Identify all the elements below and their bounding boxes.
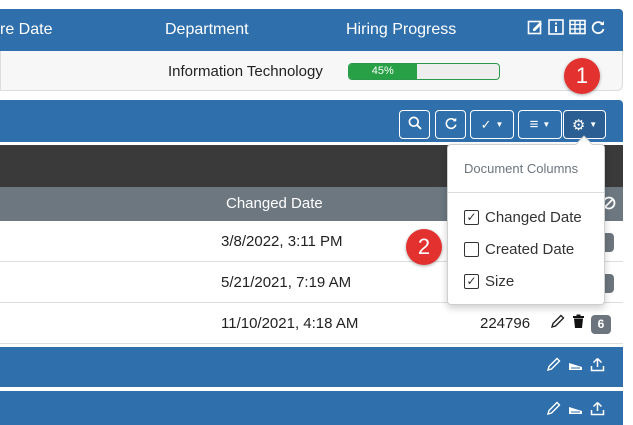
caret-down-icon: ▼ bbox=[495, 120, 504, 129]
step-badge-2: 2 bbox=[406, 229, 442, 265]
changed-date-cell: 5/21/2021, 7:19 AM bbox=[221, 274, 352, 291]
upload-icon[interactable] bbox=[590, 357, 605, 376]
option-label: Changed Date bbox=[485, 209, 582, 226]
trash-icon[interactable] bbox=[572, 314, 585, 332]
column-header-department[interactable]: Department bbox=[165, 21, 249, 39]
caret-down-icon: ▼ bbox=[589, 120, 598, 129]
gear-dropdown-button[interactable]: ⚙ ▼ bbox=[563, 110, 606, 139]
pencil-icon[interactable] bbox=[546, 401, 561, 420]
step-badge-1: 1 bbox=[564, 58, 600, 94]
upload-icon[interactable] bbox=[590, 401, 605, 420]
caret-down-icon: ▼ bbox=[542, 120, 551, 129]
check-columns-dropdown-button[interactable]: ✓ ▼ bbox=[470, 110, 514, 139]
column-header-changed-date[interactable]: Changed Date bbox=[226, 195, 323, 212]
top-table-header: re Date Department Hiring Progress bbox=[0, 9, 623, 51]
edit-square-icon[interactable] bbox=[526, 19, 544, 37]
top-table-row[interactable]: Information Technology 45% bbox=[0, 51, 623, 91]
department-cell: Information Technology bbox=[168, 63, 323, 80]
pencil-icon[interactable] bbox=[550, 314, 565, 333]
scanner-icon[interactable] bbox=[567, 357, 584, 376]
hiring-progress-bar: 45% bbox=[348, 63, 500, 80]
list-dropdown-button[interactable]: ≡ ▼ bbox=[518, 110, 562, 139]
document-columns-dropdown: Document Columns ✓ Changed Date Created … bbox=[447, 135, 605, 305]
column-option-created-date[interactable]: Created Date bbox=[464, 241, 574, 258]
info-icon[interactable] bbox=[547, 19, 565, 37]
option-label: Size bbox=[485, 273, 515, 290]
table-row[interactable]: 11/10/2021, 4:18 AM 224796 6 bbox=[0, 303, 623, 344]
pencil-icon[interactable] bbox=[546, 357, 561, 376]
column-option-size[interactable]: ✓ Size bbox=[464, 273, 514, 290]
option-label: Created Date bbox=[485, 241, 575, 258]
hiring-progress-fill: 45% bbox=[349, 64, 417, 79]
count-badge: 6 bbox=[591, 315, 611, 334]
check-icon: ✓ bbox=[480, 116, 492, 132]
refresh-icon bbox=[444, 116, 458, 133]
scanner-icon[interactable] bbox=[567, 401, 584, 420]
checkbox-unchecked[interactable] bbox=[464, 242, 479, 257]
checkbox-checked[interactable]: ✓ bbox=[464, 274, 479, 289]
search-button[interactable] bbox=[399, 110, 430, 139]
dropdown-title: Document Columns bbox=[464, 161, 579, 176]
column-header-hiring-progress[interactable]: Hiring Progress bbox=[346, 21, 456, 39]
column-header-hire-date[interactable]: re Date bbox=[0, 21, 52, 39]
grid-icon[interactable] bbox=[568, 19, 586, 37]
gear-icon: ⚙ bbox=[571, 116, 586, 134]
grid-toolbar: ✓ ▼ ≡ ▼ ⚙ ▼ bbox=[0, 100, 623, 142]
section-strip bbox=[0, 391, 623, 425]
refresh-icon[interactable] bbox=[589, 19, 607, 37]
checkbox-checked[interactable]: ✓ bbox=[464, 210, 479, 225]
column-option-changed-date[interactable]: ✓ Changed Date bbox=[464, 209, 582, 226]
section-strip bbox=[0, 347, 623, 387]
changed-date-cell: 3/8/2022, 3:11 PM bbox=[221, 233, 343, 250]
refresh-button[interactable] bbox=[435, 110, 466, 139]
size-cell: 224796 bbox=[480, 315, 531, 332]
changed-date-cell: 11/10/2021, 4:18 AM bbox=[221, 315, 359, 332]
list-icon: ≡ bbox=[529, 116, 539, 133]
dropdown-divider bbox=[448, 192, 604, 193]
search-icon bbox=[408, 116, 422, 133]
